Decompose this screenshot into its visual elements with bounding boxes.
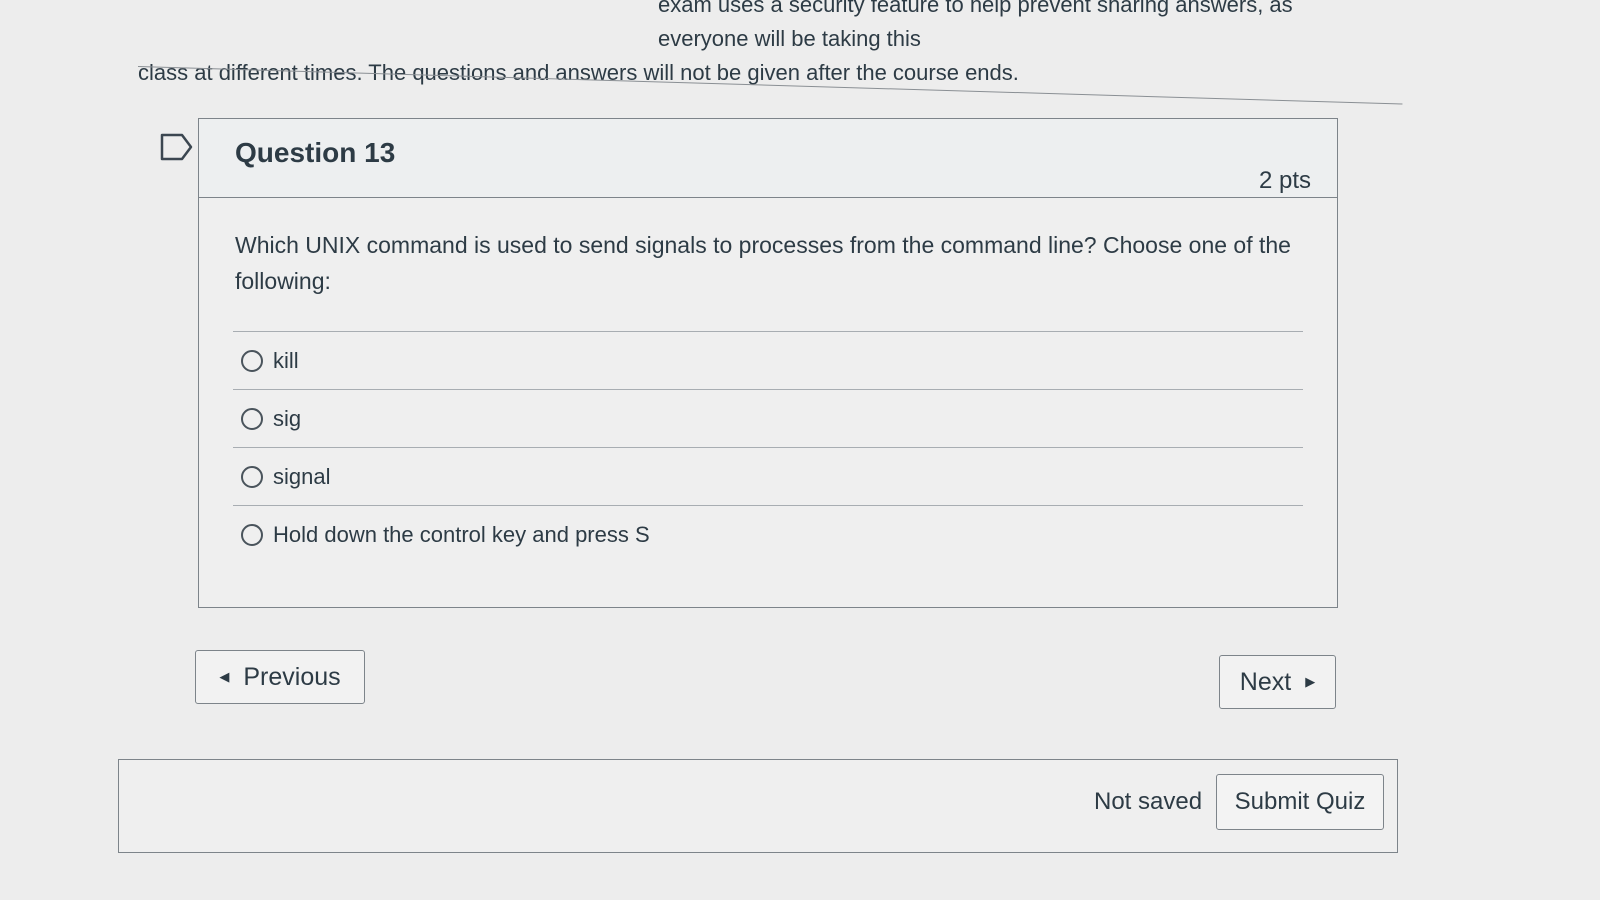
answer-label[interactable]: signal xyxy=(273,464,330,490)
question-card: Question 13 2 pts Which UNIX command is … xyxy=(198,118,1338,608)
question-points: 2 pts xyxy=(1258,167,1311,194)
previous-button[interactable]: ◀ Previous xyxy=(195,650,365,704)
answer-list: kill sig signal Hold down the control ke… xyxy=(233,331,1303,563)
triangle-right-icon: ▶ xyxy=(1305,674,1316,689)
question-header: Question 13 2 pts xyxy=(199,119,1337,198)
previous-label: Previous xyxy=(243,662,341,691)
triangle-left-icon: ◀ xyxy=(219,669,230,684)
answer-option-sig[interactable]: sig xyxy=(233,389,1303,447)
radio-button[interactable] xyxy=(241,465,263,488)
question-title: Question 13 xyxy=(235,137,396,168)
quiz-intro-text: exam uses a security feature to help pre… xyxy=(138,0,1378,90)
quiz-footer-bar xyxy=(118,759,1398,853)
next-button[interactable]: Next ▶ xyxy=(1219,655,1336,709)
answer-option-control-s[interactable]: Hold down the control key and press S xyxy=(233,505,1303,563)
next-label: Next xyxy=(1239,667,1292,696)
answer-option-signal[interactable]: signal xyxy=(233,447,1303,505)
radio-button[interactable] xyxy=(241,407,263,430)
quiz-page: exam uses a security feature to help pre… xyxy=(0,0,1600,900)
intro-line-1: exam uses a security feature to help pre… xyxy=(658,0,1293,51)
answer-label[interactable]: sig xyxy=(273,406,301,432)
flag-question-icon[interactable] xyxy=(160,133,194,161)
radio-button[interactable] xyxy=(241,523,263,546)
save-status: Not saved xyxy=(1094,788,1203,815)
radio-button[interactable] xyxy=(241,349,263,372)
question-text: Which UNIX command is used to send signa… xyxy=(235,232,1291,294)
submit-quiz-button[interactable]: Submit Quiz xyxy=(1216,774,1384,830)
answer-label[interactable]: kill xyxy=(273,348,299,374)
answer-label[interactable]: Hold down the control key and press S xyxy=(273,522,650,548)
answer-option-kill[interactable]: kill xyxy=(233,331,1303,389)
